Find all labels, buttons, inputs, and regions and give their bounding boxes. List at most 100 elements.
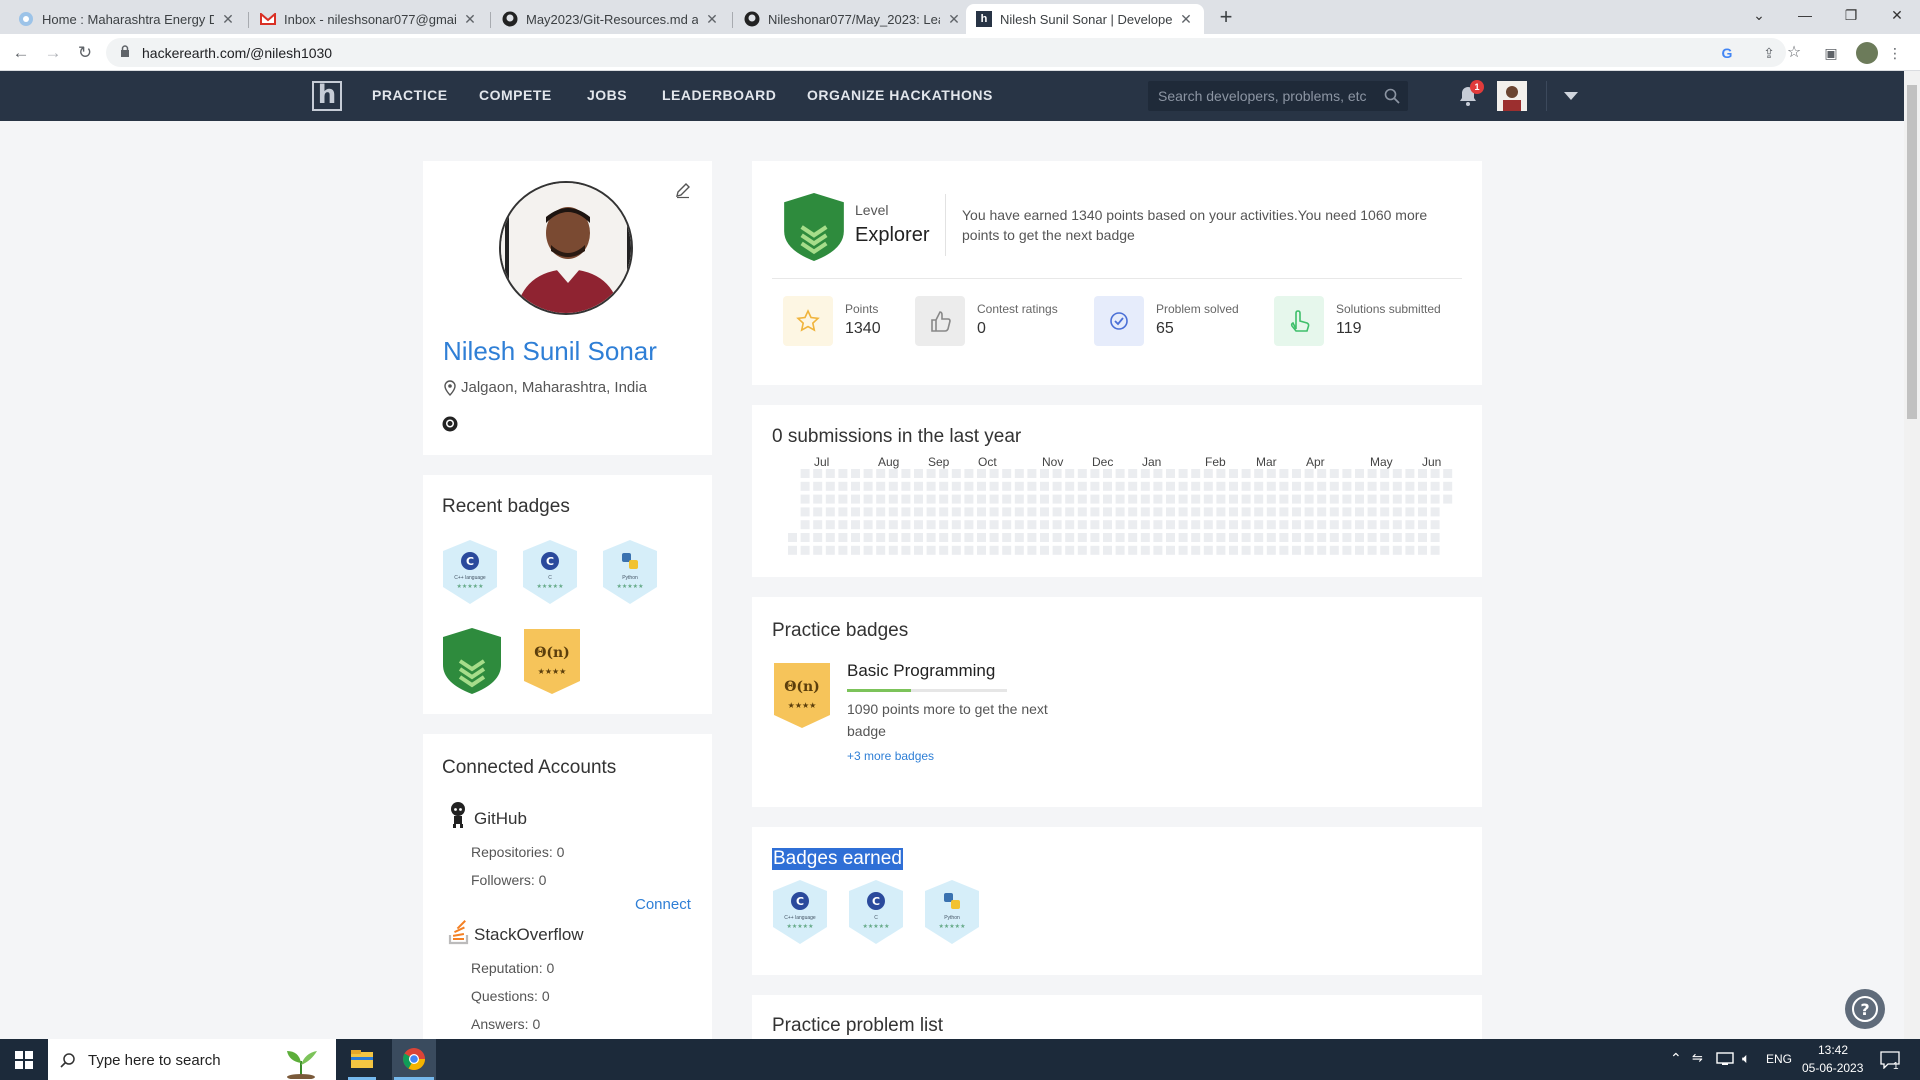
badge-c[interactable]: C C ★★★★★: [522, 539, 578, 605]
chrome-profile-avatar[interactable]: [1856, 42, 1878, 64]
hackerearth-logo[interactable]: h: [312, 81, 342, 111]
heatmap-cell: [1040, 520, 1049, 530]
chrome-menu-icon[interactable]: ⋮: [1886, 44, 1904, 62]
browser-tab[interactable]: Nileshonar077/May_2023: Learni... ✕: [734, 4, 972, 34]
month-label: Mar: [1256, 455, 1277, 469]
nav-organize-hackathons[interactable]: ORGANIZE HACKATHONS: [807, 87, 993, 103]
taskbar-search-placeholder: Type here to search: [88, 1052, 221, 1069]
heatmap-cell: [1254, 545, 1264, 555]
more-badges-link[interactable]: +3 more badges: [847, 749, 934, 763]
nav-jobs[interactable]: JOBS: [587, 87, 627, 103]
month-label: Jan: [1142, 455, 1162, 469]
browser-tab[interactable]: May2023/Git-Resources.md at m... ✕: [492, 4, 730, 34]
badge-stars: ★★★★: [787, 701, 817, 710]
windows-start-icon[interactable]: [15, 1051, 33, 1069]
heatmap-cell: [1090, 494, 1100, 504]
maximize-button[interactable]: ❐: [1828, 0, 1874, 32]
side-panel-icon[interactable]: ▣: [1822, 44, 1840, 62]
badge-stars: ★★★★: [537, 667, 567, 676]
heatmap-cell: [1166, 494, 1175, 504]
clock-date[interactable]: 05-06-2023: [1802, 1061, 1863, 1075]
help-button[interactable]: ?: [1845, 989, 1885, 1029]
heatmap-cell: [1355, 481, 1364, 491]
file-explorer-taskbar-button[interactable]: [344, 1039, 380, 1080]
problems-solved-icon-box: [1094, 296, 1144, 346]
earned-badge-cpp[interactable]: C C++ language ★★★★★: [772, 879, 828, 945]
earned-badge-c[interactable]: C C ★★★★★: [848, 879, 904, 945]
close-tab-icon[interactable]: ✕: [462, 11, 478, 28]
earned-badge-python[interactable]: Python ★★★★★: [924, 879, 980, 945]
show-hidden-icons[interactable]: ⌃: [1670, 1050, 1682, 1067]
bookmark-star-icon[interactable]: ☆: [1785, 44, 1803, 62]
month-label: Jul: [814, 455, 830, 469]
close-tab-icon[interactable]: ✕: [946, 11, 962, 28]
network-activity-icon[interactable]: ⇋: [1692, 1050, 1703, 1066]
heatmap-cell: [1077, 533, 1087, 542]
back-button[interactable]: ←: [9, 42, 33, 64]
stats-divider: [772, 278, 1462, 279]
site-search-input[interactable]: Search developers, problems, etc: [1148, 81, 1408, 111]
new-tab-button[interactable]: +: [1213, 5, 1239, 31]
browser-tab[interactable]: Inbox - nileshsonar077@gmail.c... ✕: [250, 4, 488, 34]
heatmap-cell: [1430, 545, 1440, 555]
close-tab-icon[interactable]: ✕: [220, 11, 236, 28]
heatmap-cell: [1392, 469, 1402, 478]
heatmap-cell: [1115, 494, 1125, 504]
badge-stars: ★★★★★: [616, 584, 644, 590]
chrome-taskbar-button[interactable]: [392, 1039, 436, 1080]
volume-icon[interactable]: 🔈︎: [1742, 1050, 1750, 1067]
language-indicator[interactable]: ENG: [1766, 1052, 1792, 1066]
network-icon[interactable]: [1716, 1052, 1734, 1066]
heatmap-cell: [1191, 494, 1201, 504]
nav-compete[interactable]: COMPETE: [479, 87, 552, 103]
browser-tab[interactable]: Home : Maharashtra Energy Dev... ✕: [8, 4, 246, 34]
connected-accounts-title: Connected Accounts: [442, 757, 617, 778]
heatmap-cell: [1367, 533, 1377, 542]
heatmap-cell: [1355, 545, 1364, 555]
google-lens-icon[interactable]: G: [1718, 44, 1736, 62]
scrollbar-thumb[interactable]: [1907, 85, 1917, 419]
badge-explorer-shield[interactable]: [442, 627, 501, 695]
pointer-hand-icon: [1290, 310, 1310, 332]
tab-search-button[interactable]: ⌄: [1736, 0, 1782, 32]
heatmap-cell: [951, 545, 961, 555]
share-icon[interactable]: ⇪: [1760, 44, 1778, 62]
heatmap-cell: [1304, 520, 1314, 530]
badge-stars: ★★★★★: [786, 924, 814, 930]
github-connect-link[interactable]: Connect: [635, 896, 691, 913]
reload-button[interactable]: ↻: [73, 42, 97, 64]
heatmap-cell: [876, 469, 886, 478]
clock-time[interactable]: 13:42: [1818, 1043, 1848, 1057]
heatmap-cell: [951, 533, 961, 542]
thumbs-up-icon: [931, 311, 951, 332]
close-tab-icon[interactable]: ✕: [704, 11, 720, 28]
address-toolbar: ← → ↻ hackerearth.com/@nilesh1030 G ⇪ ☆ …: [0, 34, 1920, 71]
browser-tab-active[interactable]: h Nilesh Sunil Sonar | Developer Pr... ✕: [966, 4, 1204, 34]
address-bar[interactable]: hackerearth.com/@nilesh1030 G ⇪: [106, 38, 1786, 67]
github-icon[interactable]: [442, 416, 458, 432]
nav-leaderboard[interactable]: LEADERBOARD: [662, 87, 776, 103]
heatmap-cell: [1166, 481, 1175, 491]
badge-caption: C++ language: [784, 915, 816, 921]
badge-python[interactable]: Python ★★★★★: [602, 539, 658, 605]
basic-programming-badge[interactable]: Θ(n) ★★★★: [772, 661, 832, 729]
heatmap-cell: [1191, 469, 1201, 478]
badge-cpp[interactable]: C C++ language ★★★★★: [442, 539, 498, 605]
search-icon[interactable]: [1384, 88, 1400, 104]
nav-practice[interactable]: PRACTICE: [372, 87, 448, 103]
forward-button[interactable]: →: [41, 42, 65, 64]
heatmap-cell: [838, 494, 848, 504]
heatmap-cell: [800, 533, 810, 542]
close-window-button[interactable]: ✕: [1874, 0, 1920, 32]
solutions-submitted-value: 119: [1336, 320, 1362, 337]
close-tab-icon[interactable]: ✕: [1178, 11, 1194, 28]
track-name[interactable]: Basic Programming: [847, 661, 995, 681]
chevron-down-icon[interactable]: [1564, 92, 1578, 100]
page-scrollbar[interactable]: [1904, 71, 1920, 1039]
heatmap-cell: [851, 520, 860, 530]
edit-pencil-icon[interactable]: [674, 181, 692, 199]
user-avatar[interactable]: [1497, 81, 1527, 111]
taskbar-search-box[interactable]: Type here to search: [48, 1039, 336, 1080]
badge-basic-programming[interactable]: Θ(n) ★★★★: [522, 627, 582, 695]
minimize-button[interactable]: —: [1782, 0, 1828, 32]
